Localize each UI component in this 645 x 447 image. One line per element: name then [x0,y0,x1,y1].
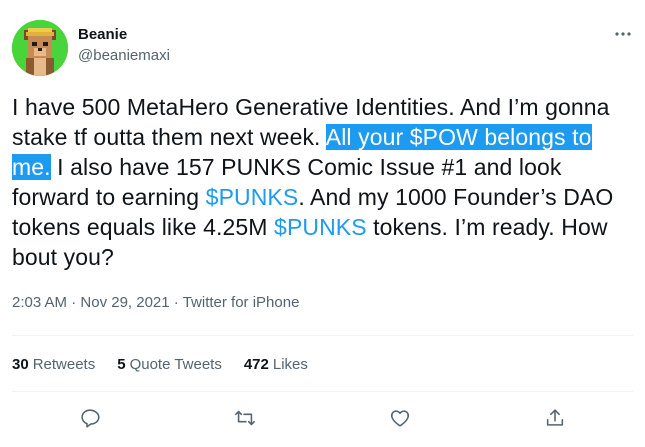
divider [12,335,633,336]
likes-stat[interactable]: 472 Likes [244,356,308,373]
retweets-label: Retweets [32,356,96,373]
tweet-meta: 2:03 AM · Nov 29, 2021 · Twitter for iPh… [12,294,299,311]
action-bar [12,400,633,436]
tweet-date[interactable]: Nov 29, 2021 [80,294,169,311]
retweets-stat[interactable]: 30 Retweets [12,356,95,373]
divider [12,391,633,392]
share-button[interactable] [537,400,573,436]
author-handle[interactable]: @beaniemaxi [78,47,170,64]
more-options-button[interactable] [613,24,633,44]
author-name[interactable]: Beanie [78,26,127,43]
reply-icon [80,409,100,428]
retweet-button[interactable] [227,400,263,436]
cashtag-link[interactable]: $PUNKS [206,184,299,210]
tweet: Beanie @beaniemaxi I have 500 MetaHero G… [0,0,645,447]
likes-count: 472 [243,356,269,373]
avatar[interactable] [12,20,68,76]
share-icon [547,409,564,426]
meta-separator: · [67,294,81,311]
more-horizontal-icon [615,32,631,36]
quote-tweets-stat[interactable]: 5 Quote Tweets [117,356,222,373]
like-icon [391,410,410,427]
tweet-text: I have 500 MetaHero Generative Identitie… [12,92,632,272]
quote-tweets-label: Quote Tweets [129,356,222,373]
pixel-dog-avatar-icon [12,20,68,76]
tweet-source[interactable]: Twitter for iPhone [183,294,300,311]
cashtag-link[interactable]: $PUNKS [274,214,367,240]
meta-separator: · [169,294,183,311]
reply-button[interactable] [72,400,108,436]
tweet-stats: 30 Retweets 5 Quote Tweets 472 Likes [12,356,308,373]
tweet-time[interactable]: 2:03 AM [12,294,67,311]
like-button[interactable] [382,400,418,436]
retweet-icon [234,410,255,426]
retweets-count: 30 [12,356,29,373]
likes-label: Likes [272,356,308,373]
quote-tweets-count: 5 [117,356,126,373]
